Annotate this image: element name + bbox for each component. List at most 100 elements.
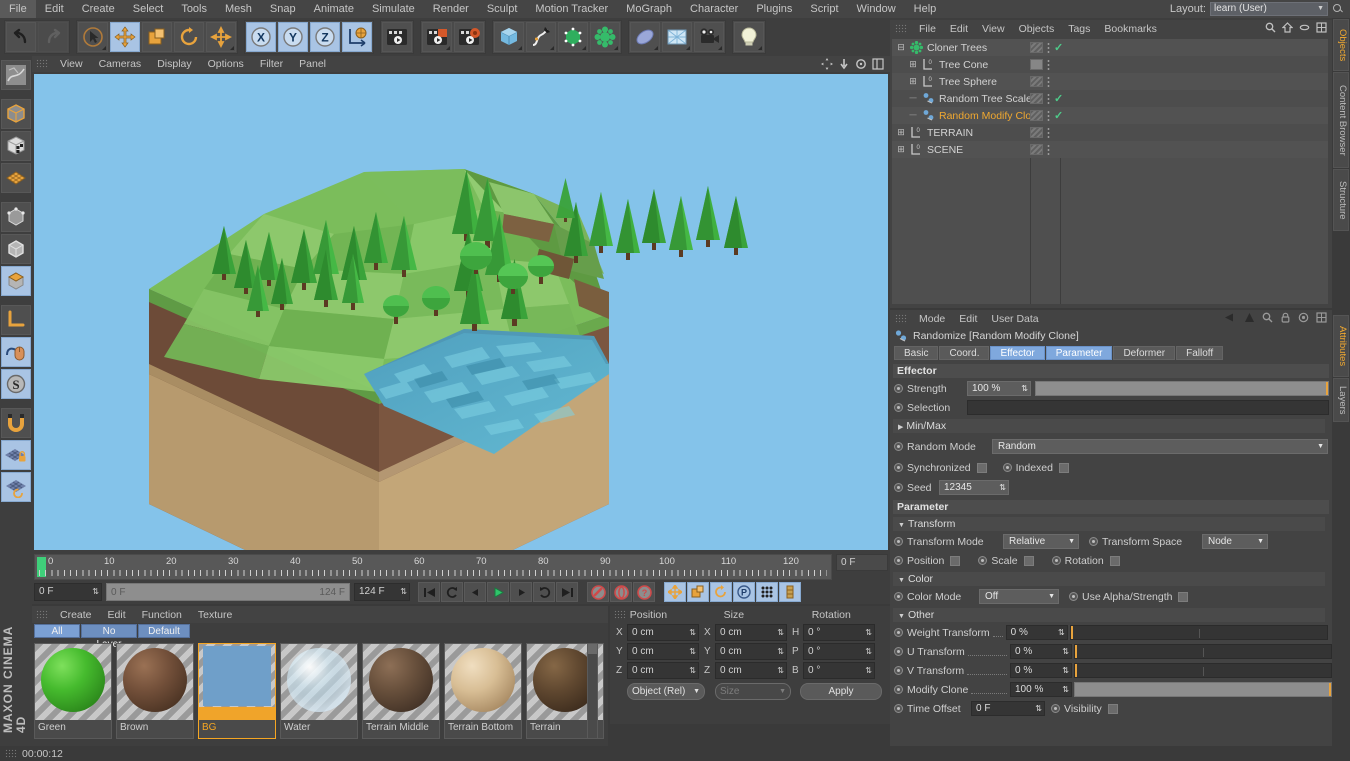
scale-checkbox[interactable]	[1024, 556, 1034, 566]
transform-space-animate-dot[interactable]	[1089, 537, 1098, 546]
position-z-field[interactable]: 0 cm⇅	[627, 662, 699, 679]
strength-animate-dot[interactable]	[894, 384, 903, 393]
menu-create[interactable]: Create	[73, 0, 124, 18]
tab-effector[interactable]: Effector	[990, 346, 1044, 360]
use-alpha-animate-dot[interactable]	[1069, 592, 1078, 601]
ellipse-icon[interactable]	[1299, 22, 1310, 33]
position-key-button[interactable]	[664, 582, 686, 602]
menu-tools[interactable]: Tools	[172, 0, 216, 18]
step-forward-button[interactable]	[510, 582, 532, 602]
viewport-menu-display[interactable]: Display	[149, 56, 199, 72]
model-mode-button[interactable]	[1, 99, 31, 129]
snap-settings-button[interactable]: S	[1, 369, 31, 399]
rotate-tool-button[interactable]	[174, 22, 204, 52]
maximize-icon[interactable]	[1316, 22, 1327, 33]
expander-plus-icon[interactable]: ⊞	[896, 144, 906, 155]
camera-button[interactable]	[694, 22, 724, 52]
om-menu-objects[interactable]: Objects	[1012, 23, 1062, 35]
apply-button[interactable]: Apply	[800, 683, 882, 700]
panel-grip-icon[interactable]	[614, 610, 626, 620]
layer-filter-default[interactable]: Default	[138, 624, 190, 638]
table-row[interactable]: ⊟ Cloner Trees ✓	[892, 39, 1328, 56]
side-tab-layers[interactable]: Layers	[1333, 378, 1349, 422]
axis-modify-button[interactable]	[1, 305, 31, 335]
menu-mograph[interactable]: MoGraph	[617, 0, 681, 18]
am-menu-user-data[interactable]: User Data	[984, 313, 1045, 325]
viewport-menu-filter[interactable]: Filter	[252, 56, 291, 72]
use-alpha-checkbox[interactable]	[1178, 592, 1188, 602]
color-mode-animate-dot[interactable]	[894, 592, 903, 601]
back-arrow-icon[interactable]	[1224, 312, 1237, 323]
search-icon[interactable]	[1265, 22, 1276, 33]
material-menu-edit[interactable]: Edit	[100, 609, 134, 621]
rotation-h-field[interactable]: 0 °⇅	[803, 624, 875, 641]
enabled-check-icon[interactable]: ✓	[1054, 109, 1063, 122]
position-animate-dot[interactable]	[894, 556, 903, 565]
time-offset-animate-dot[interactable]	[894, 704, 903, 713]
edges-mode-button[interactable]	[1, 234, 31, 264]
point-level-anim-button[interactable]	[756, 582, 778, 602]
table-row[interactable]: ⊞ 0 TERRAIN	[892, 124, 1328, 141]
color-mode-dropdown[interactable]: Off ▼	[979, 589, 1059, 604]
menu-plugins[interactable]: Plugins	[747, 0, 801, 18]
random-mode-dropdown[interactable]: Random ▼	[992, 439, 1328, 454]
material-item[interactable]: Terrain Middle	[362, 643, 440, 739]
menu-file[interactable]: File	[0, 0, 36, 18]
v-transform-field[interactable]: 0 %⇅	[1010, 663, 1072, 678]
autokeying-button[interactable]	[610, 582, 632, 602]
record-active-objects-button[interactable]	[587, 582, 609, 602]
seed-field[interactable]: 12345⇅	[939, 480, 1009, 495]
object-tree[interactable]: ⊟ Cloner Trees ✓ ⊞ 0 Tree Cone	[892, 39, 1328, 304]
panel-grip-icon[interactable]	[36, 59, 48, 69]
table-row[interactable]: ─ Random Tree Scale ✓	[892, 90, 1328, 107]
lock-y-axis-button[interactable]: Y	[278, 22, 308, 52]
menu-render[interactable]: Render	[424, 0, 478, 18]
move-tool-button[interactable]	[110, 22, 140, 52]
move-axis-button[interactable]	[206, 22, 236, 52]
om-menu-view[interactable]: View	[975, 23, 1012, 35]
size-x-field[interactable]: 0 cm⇅	[715, 624, 787, 641]
table-row[interactable]: ⊞ 0 Tree Sphere	[892, 73, 1328, 90]
step-back-button[interactable]	[464, 582, 486, 602]
weight-transform-field[interactable]: 0 %⇅	[1006, 625, 1068, 640]
lock-workplane-button[interactable]	[1, 440, 31, 470]
om-menu-bookmarks[interactable]: Bookmarks	[1097, 23, 1164, 35]
panel-grip-icon[interactable]	[36, 610, 48, 620]
visibility-dot-icon[interactable]	[1030, 110, 1043, 121]
viewport-3d-canvas[interactable]	[34, 74, 888, 550]
deformer-button[interactable]	[630, 22, 660, 52]
scale-key-button[interactable]	[687, 582, 709, 602]
material-item[interactable]: Terrain Bottom	[444, 643, 522, 739]
points-mode-button[interactable]	[1, 202, 31, 232]
visibility-dot-icon[interactable]	[1030, 93, 1043, 104]
position-checkbox[interactable]	[950, 556, 960, 566]
tab-falloff[interactable]: Falloff	[1176, 346, 1223, 360]
lock-x-axis-button[interactable]: X	[246, 22, 276, 52]
preview-range-slider[interactable]: 0 F 124 F	[106, 583, 350, 601]
visibility-dot-icon[interactable]	[1030, 144, 1043, 155]
menu-sculpt[interactable]: Sculpt	[478, 0, 527, 18]
menu-window[interactable]: Window	[848, 0, 905, 18]
selection-field[interactable]	[967, 400, 1329, 415]
color-group-header[interactable]: ▼Color	[893, 572, 1325, 586]
magnet-tool-button[interactable]	[1, 408, 31, 438]
scale-animate-dot[interactable]	[978, 556, 987, 565]
u-transform-animate-dot[interactable]	[894, 647, 903, 656]
v-transform-slider[interactable]	[1074, 663, 1332, 678]
strength-slider[interactable]	[1035, 381, 1329, 396]
transform-space-dropdown[interactable]: Node ▼	[1202, 534, 1268, 549]
world-object-coordinates-button[interactable]	[342, 22, 372, 52]
menu-script[interactable]: Script	[801, 0, 847, 18]
make-editable-button[interactable]	[1, 60, 31, 90]
synchronized-checkbox[interactable]	[977, 463, 987, 473]
home-icon[interactable]	[1282, 22, 1293, 33]
size-z-field[interactable]: 0 cm⇅	[715, 662, 787, 679]
other-group-header[interactable]: ▼Other	[893, 608, 1325, 622]
size-y-field[interactable]: 0 cm⇅	[715, 643, 787, 660]
visibility-animate-dot[interactable]	[1051, 704, 1060, 713]
go-to-start-button[interactable]	[418, 582, 440, 602]
viewport-menu-panel[interactable]: Panel	[291, 56, 334, 72]
side-tab-content-browser[interactable]: Content Browser	[1333, 72, 1349, 168]
current-frame-field[interactable]: 0 F	[836, 554, 888, 571]
am-menu-mode[interactable]: Mode	[912, 313, 952, 325]
